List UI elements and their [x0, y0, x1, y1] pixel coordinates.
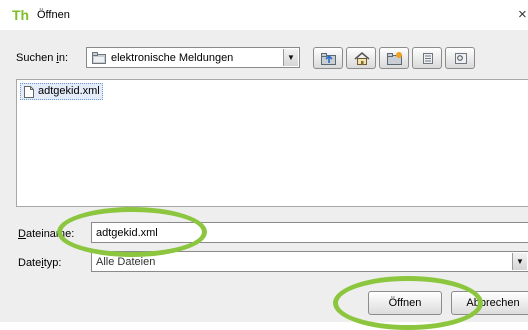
- up-folder-button[interactable]: [313, 47, 343, 69]
- list-view-button[interactable]: [412, 47, 442, 69]
- filename-field[interactable]: adtgekid.xml: [91, 222, 528, 243]
- home-icon: [354, 52, 370, 65]
- file-name: adtgekid.xml: [38, 85, 100, 97]
- chevron-down-icon[interactable]: ▼: [512, 253, 527, 270]
- app-icon: Th: [12, 7, 30, 23]
- details-view-button[interactable]: [445, 47, 475, 69]
- filename-value: adtgekid.xml: [96, 227, 158, 239]
- close-icon[interactable]: ×: [518, 6, 527, 23]
- home-button[interactable]: [346, 47, 376, 69]
- filetype-label: Dateityp:: [18, 257, 62, 269]
- list-item[interactable]: adtgekid.xml: [20, 83, 103, 100]
- lookin-value: elektronische Meldungen: [111, 52, 234, 64]
- filename-label: Dateiname:: [18, 228, 75, 240]
- cancel-button[interactable]: Abbrechen: [451, 291, 528, 315]
- filetype-combo[interactable]: Alle Dateien ▼: [91, 251, 528, 272]
- list-view-icon: [423, 53, 433, 64]
- lookin-label: Suchen in:: [16, 52, 69, 64]
- file-icon: [24, 86, 34, 101]
- title-bar: Th Öffnen ×: [0, 0, 528, 30]
- chevron-down-icon[interactable]: ▼: [283, 49, 298, 66]
- new-folder-icon: [387, 52, 402, 65]
- filetype-value: Alle Dateien: [96, 256, 156, 268]
- up-folder-icon: [321, 53, 336, 65]
- new-folder-button[interactable]: [379, 47, 409, 69]
- open-button[interactable]: Öffnen: [368, 291, 442, 315]
- file-list[interactable]: adtgekid.xml: [16, 79, 528, 207]
- details-view-icon: [455, 53, 467, 64]
- window-title: Öffnen: [37, 9, 70, 21]
- folder-icon: [92, 52, 106, 67]
- lookin-combo[interactable]: elektronische Meldungen ▼: [86, 47, 300, 68]
